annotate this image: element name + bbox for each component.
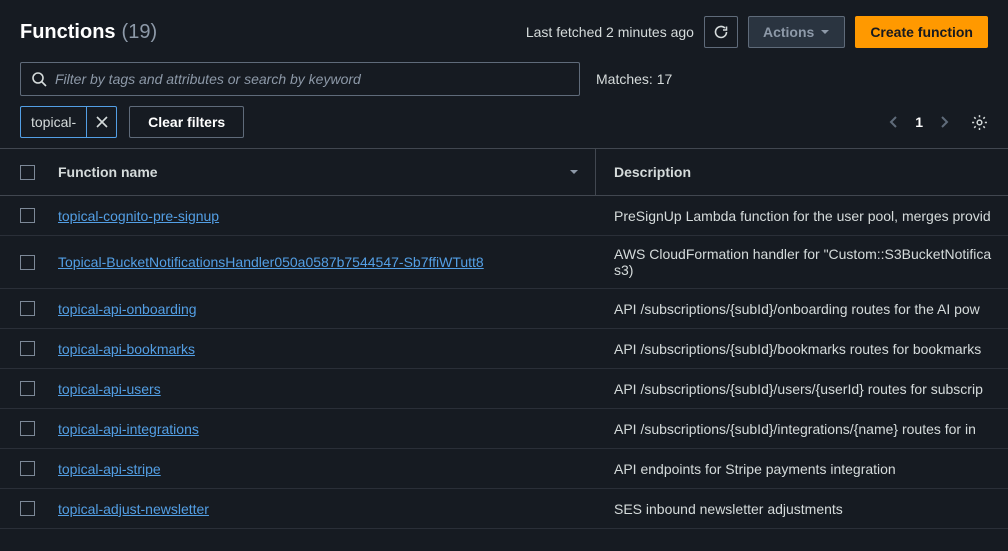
function-name-link[interactable]: topical-api-onboarding: [58, 301, 197, 317]
refresh-button[interactable]: [704, 16, 738, 48]
page-count: (19): [122, 21, 158, 44]
refresh-icon: [713, 24, 729, 40]
function-description: API endpoints for Stripe payments integr…: [596, 461, 1002, 477]
matches-text: Matches: 17: [596, 71, 672, 87]
sort-caret-icon[interactable]: [569, 167, 579, 177]
table-row: topical-api-bookmarks API /subscriptions/…: [0, 329, 1008, 369]
chevron-right-icon: [939, 115, 949, 129]
row-checkbox[interactable]: [20, 301, 35, 316]
function-name-link[interactable]: topical-api-users: [58, 381, 161, 397]
close-icon: [96, 116, 108, 128]
caret-down-icon: [820, 27, 830, 37]
filter-chip-remove[interactable]: [86, 107, 116, 137]
gear-icon: [971, 114, 988, 131]
select-all-checkbox[interactable]: [20, 165, 35, 180]
function-name-link[interactable]: topical-api-stripe: [58, 461, 161, 477]
row-checkbox[interactable]: [20, 208, 35, 223]
function-description: PreSignUp Lambda function for the user p…: [596, 208, 1002, 224]
page-title: Functions: [20, 21, 116, 44]
column-header-name[interactable]: Function name: [48, 164, 158, 180]
table-row: Topical-BucketNotificationsHandler050a05…: [0, 236, 1008, 289]
column-header-description[interactable]: Description: [596, 164, 1002, 180]
create-function-button[interactable]: Create function: [855, 16, 988, 48]
filter-chip: topical-: [20, 106, 117, 138]
function-name-link[interactable]: topical-api-integrations: [58, 421, 199, 437]
search-icon: [31, 71, 47, 87]
chevron-left-icon: [889, 115, 899, 129]
search-input[interactable]: [55, 71, 569, 87]
row-checkbox[interactable]: [20, 501, 35, 516]
table-row: topical-api-onboarding API /subscriptions…: [0, 289, 1008, 329]
clear-filters-button[interactable]: Clear filters: [129, 106, 244, 138]
function-description: API /subscriptions/{subId}/onboarding ro…: [596, 301, 1002, 317]
function-description: API /subscriptions/{subId}/users/{userId…: [596, 381, 1002, 397]
row-checkbox[interactable]: [20, 255, 35, 270]
function-name-link[interactable]: topical-cognito-pre-signup: [58, 208, 219, 224]
function-description: AWS CloudFormation handler for "Custom::…: [596, 246, 1002, 278]
last-fetched-text: Last fetched 2 minutes ago: [526, 24, 694, 40]
search-box[interactable]: [20, 62, 580, 96]
table-row: topical-api-users API /subscriptions/{sub…: [0, 369, 1008, 409]
table-row: topical-api-integrations API /subscriptio…: [0, 409, 1008, 449]
prev-page[interactable]: [889, 115, 899, 129]
page-number: 1: [915, 114, 923, 130]
filter-chip-label: topical-: [21, 107, 86, 137]
table-row: topical-adjust-newsletter SES inbound new…: [0, 489, 1008, 529]
function-description: SES inbound newsletter adjustments: [596, 501, 1002, 517]
function-description: API /subscriptions/{subId}/bookmarks rou…: [596, 341, 1002, 357]
row-checkbox[interactable]: [20, 461, 35, 476]
function-description: API /subscriptions/{subId}/integrations/…: [596, 421, 1002, 437]
create-function-label: Create function: [870, 24, 973, 40]
row-checkbox[interactable]: [20, 341, 35, 356]
function-name-link[interactable]: topical-adjust-newsletter: [58, 501, 209, 517]
settings-button[interactable]: [971, 114, 988, 131]
row-checkbox[interactable]: [20, 421, 35, 436]
function-name-link[interactable]: Topical-BucketNotificationsHandler050a05…: [58, 254, 484, 270]
function-name-link[interactable]: topical-api-bookmarks: [58, 341, 195, 357]
table-row: topical-api-stripe API endpoints for Stri…: [0, 449, 1008, 489]
actions-label: Actions: [763, 24, 814, 40]
actions-button[interactable]: Actions: [748, 16, 845, 48]
next-page[interactable]: [939, 115, 949, 129]
row-checkbox[interactable]: [20, 381, 35, 396]
table-row: topical-cognito-pre-signup PreSignUp Lamb…: [0, 196, 1008, 236]
